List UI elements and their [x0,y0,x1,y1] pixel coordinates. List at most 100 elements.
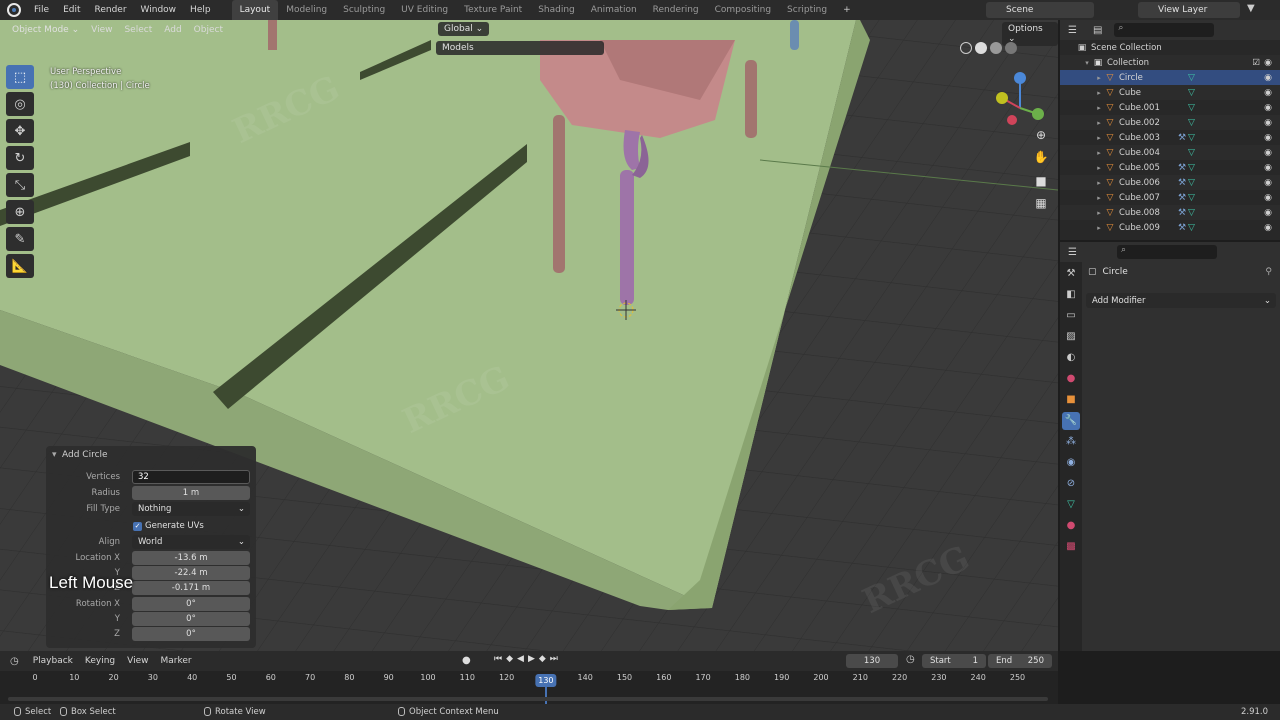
eye-icon[interactable]: ◉ [1264,193,1272,203]
scene-selector[interactable]: Scene [986,2,1094,18]
expand-icon[interactable]: ▸ [1094,134,1104,142]
search-field[interactable]: ⌕ [1114,23,1215,37]
mesh-data-icon[interactable]: ▽ [1188,118,1195,128]
physics-tab-icon[interactable]: ◉ [1062,454,1080,472]
jump-end-icon[interactable]: ⏭ [550,654,558,664]
panel-title[interactable]: Add Circle [46,446,256,464]
tab-modeling[interactable]: Modeling [278,0,335,20]
expand-icon[interactable]: ▸ [1094,224,1104,232]
collection-row[interactable]: ▾ ▣ Collection ☑ ◉ [1060,55,1280,70]
wireframe-shading-icon[interactable] [960,42,972,54]
tab-rendering[interactable]: Rendering [645,0,707,20]
location-x-field[interactable]: -13.6 m [132,551,250,565]
constraints-tab-icon[interactable]: ⊘ [1062,475,1080,493]
rotation-y-field[interactable]: 0° [132,612,250,626]
mesh-data-icon[interactable]: ▽ [1188,103,1195,113]
editor-type-icon[interactable]: ☰ [1068,247,1077,258]
viewport-menu-add[interactable]: Add [158,25,187,35]
eye-icon[interactable]: ◉ [1264,208,1272,218]
wrench-icon[interactable]: ⚒ [1178,223,1186,233]
wrench-icon[interactable]: ⚒ [1178,163,1186,173]
timeline-menu-marker[interactable]: Marker [155,656,198,666]
timeline-menu-view[interactable]: View [121,656,154,666]
grid-view-icon[interactable]: ▦ [1032,196,1050,214]
filter-icon[interactable]: ▼ [1247,3,1255,14]
measure-tool-icon[interactable]: 📐 [6,254,34,278]
tab-sculpting[interactable]: Sculpting [335,0,393,20]
outliner-item[interactable]: ▸ ▽ Cube.005 ⚒ ▽ ◉ [1060,160,1280,175]
move-tool-icon[interactable]: ✥ [6,119,34,143]
expand-icon[interactable]: ▸ [1094,149,1104,157]
clock-icon[interactable]: ◷ [906,654,915,665]
tab-layout[interactable]: Layout [231,0,279,20]
fill-type-dropdown[interactable]: Nothing ⌄ [132,502,250,516]
tab-shading[interactable]: Shading [530,0,583,20]
jump-start-icon[interactable]: ⏮ [494,654,502,664]
display-mode-icon[interactable]: ▤ [1093,25,1102,36]
expand-icon[interactable]: ▸ [1094,119,1104,127]
expand-icon[interactable]: ▸ [1094,104,1104,112]
material-shading-icon[interactable] [990,42,1002,54]
eye-icon[interactable]: ◉ [1264,73,1272,83]
annotate-tool-icon[interactable]: ✎ [6,227,34,251]
start-frame-field[interactable]: Start 1 [922,654,986,668]
data-tab-icon[interactable]: ▽ [1062,496,1080,514]
tab-texture-paint[interactable]: Texture Paint [456,0,530,20]
eye-icon[interactable]: ◉ [1264,223,1272,233]
menu-file[interactable]: File [27,0,56,20]
prev-keyframe-icon[interactable]: ◆ [506,654,513,664]
rotation-z-field[interactable]: 0° [132,627,250,641]
view-layer-tab-icon[interactable]: ▨ [1062,328,1080,346]
current-frame-field[interactable]: 130 [846,654,898,668]
particles-tab-icon[interactable]: ⁂ [1062,433,1080,451]
menu-help[interactable]: Help [183,0,218,20]
mesh-data-icon[interactable]: ▽ [1188,163,1195,173]
location-y-field[interactable]: -22.4 m [132,566,250,580]
play-icon[interactable]: ▶ [528,654,535,664]
editor-type-icon[interactable]: ☰ [1068,25,1077,36]
rotation-x-field[interactable]: 0° [132,597,250,611]
expand-icon[interactable]: ▸ [1094,74,1104,82]
mesh-data-icon[interactable]: ▽ [1188,208,1195,218]
viewport-menu-object[interactable]: Object [188,25,229,35]
checkbox-icon[interactable]: ☑ [1252,58,1260,68]
render-shading-icon[interactable] [1005,42,1017,54]
wrench-icon[interactable]: ⚒ [1178,193,1186,203]
solid-shading-icon[interactable] [975,42,987,54]
wrench-icon[interactable]: ⚒ [1178,208,1186,218]
eye-icon[interactable]: ◉ [1264,58,1272,68]
outliner-item[interactable]: ▸ ▽ Cube.002 ▽ ◉ [1060,115,1280,130]
scene-collection-row[interactable]: ▣ Scene Collection [1060,40,1280,55]
material-tab-icon[interactable]: ● [1062,517,1080,535]
mesh-data-icon[interactable]: ▽ [1188,88,1195,98]
world-tab-icon[interactable]: ● [1062,370,1080,388]
eye-icon[interactable]: ◉ [1264,178,1272,188]
cursor-tool-icon[interactable]: ◎ [6,92,34,116]
location-z-field[interactable]: -0.171 m [132,581,250,595]
zoom-icon[interactable]: ⊕ [1032,128,1050,146]
expand-icon[interactable]: ▸ [1094,209,1104,217]
outliner-item[interactable]: ▸ ▽ Cube.001 ▽ ◉ [1060,100,1280,115]
mesh-data-icon[interactable]: ▽ [1188,133,1195,143]
eye-icon[interactable]: ◉ [1264,88,1272,98]
expand-icon[interactable]: ▾ [1082,59,1092,67]
camera-icon[interactable]: ■ [1032,174,1050,192]
outliner-item[interactable]: ▸ ▽ Cube.007 ⚒ ▽ ◉ [1060,190,1280,205]
object-tab-icon[interactable]: ■ [1062,391,1080,409]
expand-icon[interactable]: ▸ [1094,194,1104,202]
timeline-menu-playback[interactable]: Playback [27,656,79,666]
select-box-tool-icon[interactable]: ⬚ [6,65,34,89]
menu-edit[interactable]: Edit [56,0,87,20]
blender-logo-icon[interactable] [7,3,21,17]
outliner-item[interactable]: ▸ ▽ Cube ▽ ◉ [1060,85,1280,100]
scale-tool-icon[interactable]: ⤡ [6,173,34,197]
mesh-data-icon[interactable]: ▽ [1188,223,1195,233]
timeline-scrollbar[interactable] [8,697,1048,701]
render-tab-icon[interactable]: ◧ [1062,286,1080,304]
eye-icon[interactable]: ◉ [1264,133,1272,143]
editor-type-icon[interactable]: ◷ [10,656,19,667]
outliner-item[interactable]: ▸ ▽ Cube.006 ⚒ ▽ ◉ [1060,175,1280,190]
eye-icon[interactable]: ◉ [1264,163,1272,173]
tab-compositing[interactable]: Compositing [707,0,779,20]
outliner-item[interactable]: ▸ ▽ Cube.003 ⚒ ▽ ◉ [1060,130,1280,145]
